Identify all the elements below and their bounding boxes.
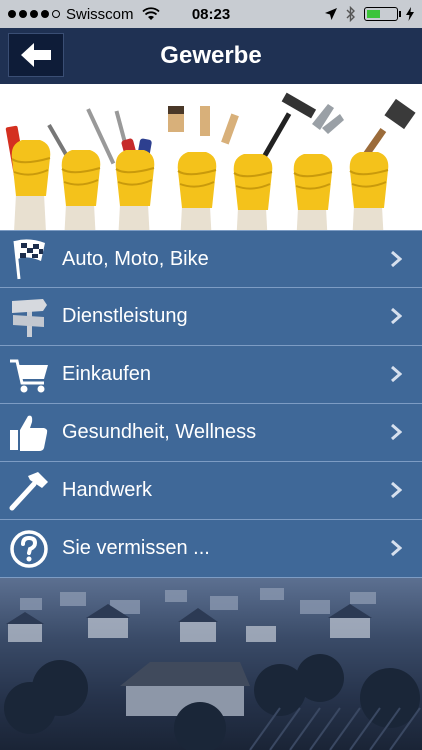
location-icon xyxy=(325,8,337,20)
shopping-cart-icon xyxy=(6,352,52,398)
menu-item-label: Gesundheit, Wellness xyxy=(62,421,257,443)
menu-item-gesundheit-wellness[interactable]: Gesundheit, Wellness xyxy=(0,404,422,462)
category-menu: Auto, Moto, Bike Dienstleistung Einkaufe… xyxy=(0,230,422,578)
thumbs-up-icon xyxy=(6,410,52,456)
menu-item-dienstleistung[interactable]: Dienstleistung xyxy=(0,288,422,346)
signpost-icon xyxy=(6,294,52,340)
arrow-left-icon xyxy=(21,43,51,67)
signal-strength-icon xyxy=(8,10,60,18)
charging-icon xyxy=(406,7,414,21)
tools-banner-image xyxy=(0,84,422,230)
battery-icon xyxy=(364,7,401,21)
chevron-right-icon xyxy=(391,307,402,325)
chevron-right-icon xyxy=(391,481,402,499)
menu-item-label: Sie vermissen ... xyxy=(62,537,210,559)
checkered-flag-icon xyxy=(6,236,52,282)
navigation-bar: Gewerbe xyxy=(0,28,422,84)
chevron-right-icon xyxy=(391,250,402,268)
menu-item-sie-vermissen[interactable]: Sie vermissen ... xyxy=(0,520,422,578)
chevron-right-icon xyxy=(391,423,402,441)
bluetooth-icon xyxy=(346,6,355,22)
wifi-icon xyxy=(141,7,160,20)
question-icon xyxy=(6,526,52,572)
chevron-right-icon xyxy=(391,539,402,557)
menu-item-label: Auto, Moto, Bike xyxy=(62,247,209,270)
menu-item-auto-moto-bike[interactable]: Auto, Moto, Bike xyxy=(0,230,422,288)
menu-item-label: Dienstleistung xyxy=(62,305,188,327)
chevron-right-icon xyxy=(391,365,402,383)
status-bar: Swisscom 08:23 xyxy=(0,0,422,28)
back-button[interactable] xyxy=(8,33,64,77)
menu-item-label: Einkaufen xyxy=(62,363,151,385)
menu-item-label: Handwerk xyxy=(62,479,153,501)
menu-item-handwerk[interactable]: Handwerk xyxy=(0,462,422,520)
hammer-icon xyxy=(6,468,52,514)
village-background-image xyxy=(0,578,422,750)
menu-item-einkaufen[interactable]: Einkaufen xyxy=(0,346,422,404)
carrier-name: Swisscom xyxy=(66,5,134,23)
